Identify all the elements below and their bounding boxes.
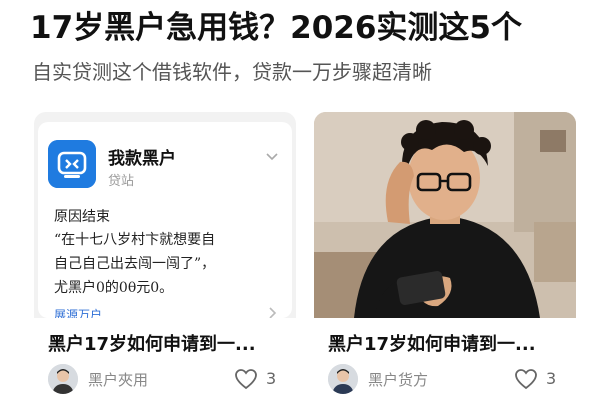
app-subtitle: 贷站	[108, 174, 135, 189]
app-screenshot: 我款黑户 贷站 原因结束 “在十七八岁村卞就想要自 自己自己出去闯一闯了”， 尤…	[38, 122, 292, 318]
headline: 17岁黑户急用钱？2026实测这5个	[30, 10, 522, 46]
subheadline: 自实贷测这个借钱软件，贷款一万步骤超清晰	[32, 60, 432, 84]
post-card[interactable]: 黑户17岁如何申请到一... 黑户货方 3	[314, 112, 576, 400]
quote-line: “在十七八岁村卞就想要自	[54, 232, 216, 248]
post-cover-image[interactable]: 我款黑户 贷站 原因结束 “在十七八岁村卞就想要自 自己自己出去闯一闯了”， 尤…	[34, 112, 296, 318]
post-cover-image[interactable]	[314, 112, 576, 318]
post-title[interactable]: 黑户17岁如何申请到一...	[328, 330, 568, 356]
author-name[interactable]: 黑户货方	[368, 369, 428, 390]
chevron-right-icon[interactable]	[266, 306, 278, 318]
post-title[interactable]: 黑户17岁如何申请到一...	[48, 330, 288, 356]
author-name[interactable]: 黑户夾用	[88, 369, 148, 390]
quote-line: 自己自己出去闯一闯了”，	[54, 256, 216, 272]
heart-icon[interactable]	[514, 368, 538, 390]
like-count: 3	[266, 369, 277, 388]
heart-icon[interactable]	[234, 368, 258, 390]
app-name: 我款黑户	[108, 149, 176, 169]
person-using-phone-image	[314, 112, 576, 318]
app-logo-icon	[48, 140, 96, 188]
post-card[interactable]: 我款黑户 贷站 原因结束 “在十七八岁村卞就想要自 自己自己出去闯一闯了”， 尤…	[34, 112, 296, 400]
author-avatar[interactable]	[328, 364, 358, 394]
quote-title: 原因结束	[54, 209, 110, 225]
post-footer: 黑户货方 3	[328, 364, 568, 394]
like-count: 3	[546, 369, 557, 388]
quote-line: 尤黑户0的0θ元0。	[54, 280, 174, 296]
author-avatar[interactable]	[48, 364, 78, 394]
chevron-down-icon[interactable]	[264, 148, 280, 164]
expand-link[interactable]: 展源万户	[54, 306, 102, 318]
post-footer: 黑户夾用 3	[48, 364, 288, 394]
